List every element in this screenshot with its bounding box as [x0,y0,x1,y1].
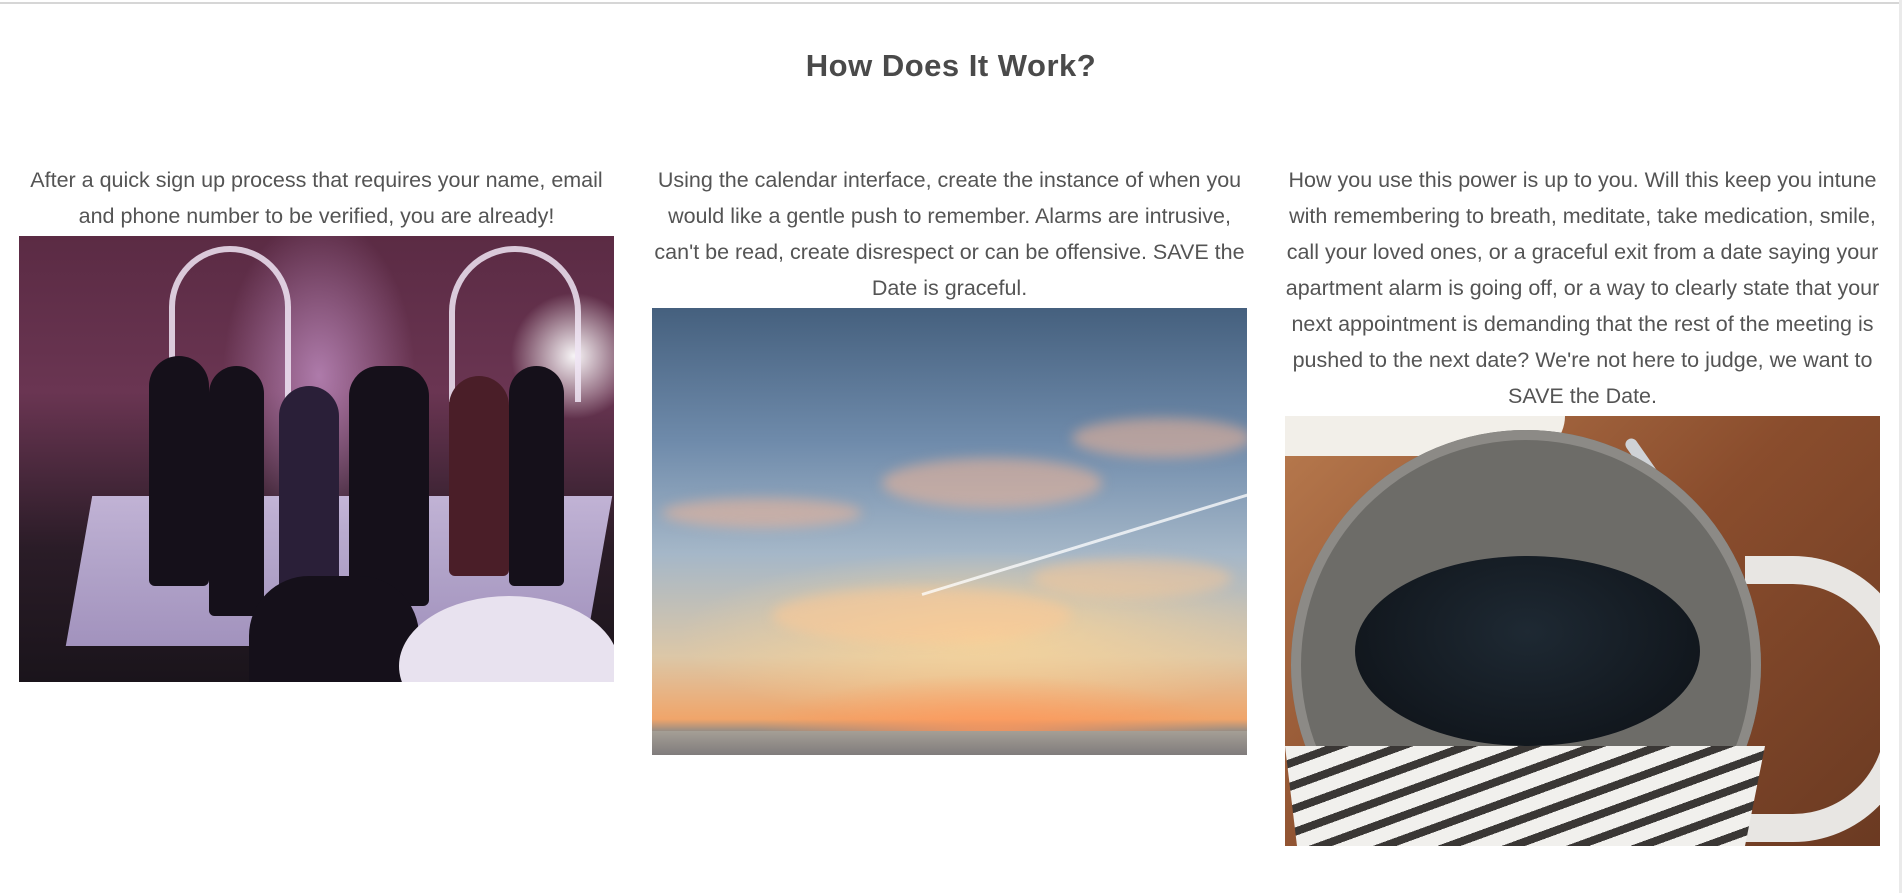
seated-guest [249,576,419,682]
how-it-works-step-2: Using the calendar interface, create the… [652,162,1247,755]
step-1-description: After a quick sign up process that requi… [30,168,603,228]
cloud [772,588,1072,643]
step-2-description: Using the calendar interface, create the… [654,168,1245,300]
person-silhouette [349,366,429,606]
step-3-description: How you use this power is up to you. Wil… [1285,168,1880,408]
person-silhouette [449,376,509,576]
ballroom-dance-photo [19,236,614,682]
how-it-works-step-3: How you use this power is up to you. Wil… [1285,162,1880,846]
section-title: How Does It Work? [805,47,1097,83]
person-silhouette [509,366,564,586]
cloud [1072,418,1247,458]
cloud [1032,558,1232,598]
coffee [1355,556,1700,746]
mug-handle [1745,556,1880,842]
person-silhouette [209,366,264,616]
cloud [662,498,862,528]
cloud [882,458,1102,508]
sea-horizon [652,731,1247,755]
mug-zigzag-pattern [1285,746,1765,846]
how-it-works-step-1: After a quick sign up process that requi… [19,162,614,682]
top-divider [0,2,1902,4]
sunset-sky-photo [652,308,1247,755]
coffee-mug-photo [1285,416,1880,846]
person-silhouette [149,356,209,586]
